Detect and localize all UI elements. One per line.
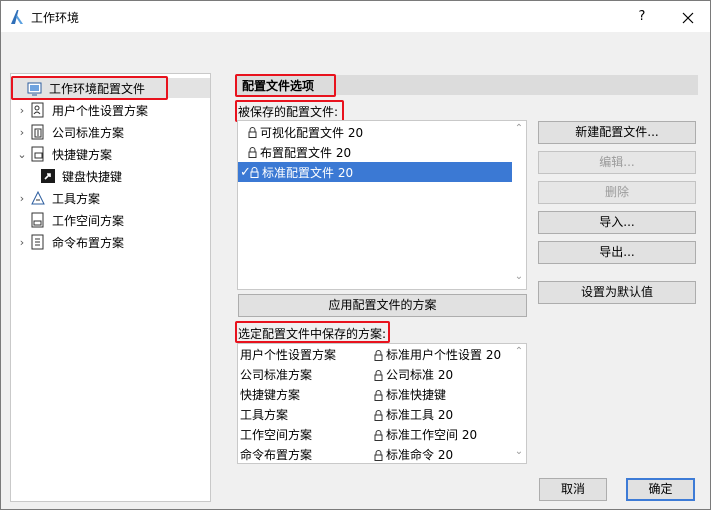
- cancel-button[interactable]: 取消: [539, 478, 607, 501]
- work-environment-dialog: 工作环境 ? 工作环境配置文件 › 用户个性设置方案 › 公司标准方案 ⌄ 快捷…: [0, 0, 711, 510]
- company-standards-icon: [29, 124, 47, 140]
- tree-item-workspace[interactable]: 工作空间方案: [29, 210, 124, 230]
- highlight-box: [235, 100, 344, 122]
- import-button[interactable]: 导入...: [538, 211, 696, 234]
- highlight-box: [235, 74, 336, 97]
- new-profile-button[interactable]: 新建配置文件...: [538, 121, 696, 144]
- title-bar: 工作环境 ?: [1, 1, 710, 32]
- scroll-down-icon[interactable]: ⌄: [512, 446, 526, 457]
- lock-icon: [374, 389, 383, 401]
- list-item: 快捷键方案 标准快捷键: [240, 387, 447, 402]
- close-button[interactable]: [673, 6, 703, 28]
- profiles-list[interactable]: 可视化配置文件 20 布置配置文件 20 ✓ 标准配置文件 20 ⌃ ⌄: [237, 120, 527, 290]
- lock-icon: [374, 349, 383, 361]
- ok-button[interactable]: 确定: [626, 478, 695, 501]
- close-icon: [682, 12, 694, 23]
- apply-schemes-button[interactable]: 应用配置文件的方案: [238, 294, 527, 317]
- tree-item-label: 快捷键方案: [52, 147, 113, 162]
- edit-button[interactable]: 编辑...: [538, 151, 696, 174]
- list-item[interactable]: 布置配置文件 20: [238, 142, 512, 162]
- tree-item-label: 工具方案: [52, 191, 101, 206]
- lock-icon: [374, 449, 383, 461]
- chevron-right-icon[interactable]: ›: [15, 236, 29, 249]
- delete-button[interactable]: 删除: [538, 181, 696, 204]
- tools-icon: [29, 190, 47, 206]
- tree-item-label: 键盘快捷键: [62, 169, 123, 184]
- chevron-right-icon[interactable]: ›: [15, 192, 29, 205]
- scroll-up-icon[interactable]: ⌃: [512, 346, 526, 357]
- lock-icon: [374, 409, 383, 421]
- lock-icon: [248, 126, 257, 138]
- lock-icon: [248, 146, 257, 158]
- chevron-right-icon[interactable]: ›: [15, 126, 29, 139]
- list-item: 命令布置方案 标准命令 20: [240, 447, 454, 462]
- scroll-up-icon[interactable]: ⌃: [512, 123, 526, 134]
- shortcuts-icon: [29, 146, 47, 162]
- highlight-box: [11, 76, 168, 100]
- tree-item-label: 用户个性设置方案: [52, 103, 149, 118]
- list-item[interactable]: 可视化配置文件 20: [238, 122, 512, 142]
- checkmark-icon: ✓: [240, 164, 251, 180]
- tree-item-keyboard-shortcuts[interactable]: 键盘快捷键: [39, 166, 122, 186]
- settings-tree: 工作环境配置文件 › 用户个性设置方案 › 公司标准方案 ⌄ 快捷键方案 键盘快…: [10, 73, 211, 502]
- highlight-box: [235, 321, 390, 343]
- schemes-list: 用户个性设置方案 标准用户个性设置 20 公司标准方案 公司标准 20 快捷键方…: [237, 343, 527, 464]
- window-title: 工作环境: [31, 11, 80, 25]
- set-default-button[interactable]: 设置为默认值: [538, 281, 696, 304]
- list-item: 用户个性设置方案 标准用户个性设置 20: [240, 347, 502, 362]
- workspace-icon: [29, 212, 47, 228]
- user-prefs-icon: [29, 102, 47, 118]
- lock-icon: [250, 166, 259, 178]
- command-layout-icon: [29, 234, 47, 250]
- list-item: 公司标准方案 公司标准 20: [240, 367, 454, 382]
- scroll-down-icon[interactable]: ⌄: [512, 271, 526, 282]
- list-item-selected[interactable]: ✓ 标准配置文件 20: [238, 162, 512, 182]
- list-item: 工具方案 标准工具 20: [240, 407, 454, 422]
- tree-item-user-prefs[interactable]: › 用户个性设置方案: [15, 100, 148, 120]
- lock-icon: [374, 429, 383, 441]
- chevron-right-icon[interactable]: ›: [15, 104, 29, 117]
- help-button[interactable]: ?: [629, 7, 655, 27]
- tree-item-label: 公司标准方案: [52, 125, 125, 140]
- lock-icon: [374, 369, 383, 381]
- tree-item-label: 命令布置方案: [52, 235, 125, 250]
- tree-item-label: 工作空间方案: [52, 213, 125, 228]
- archicad-logo-icon: [11, 10, 23, 24]
- tree-item-tools[interactable]: › 工具方案: [15, 188, 100, 208]
- tree-item-company-standards[interactable]: › 公司标准方案: [15, 122, 124, 142]
- tree-item-command-layout[interactable]: › 命令布置方案: [15, 232, 124, 252]
- tree-item-shortcuts[interactable]: ⌄ 快捷键方案: [15, 144, 112, 164]
- export-button[interactable]: 导出...: [538, 241, 696, 264]
- list-item: 工作空间方案 标准工作空间 20: [240, 427, 478, 442]
- chevron-down-icon[interactable]: ⌄: [15, 148, 29, 161]
- keyboard-shortcut-icon: [39, 168, 57, 184]
